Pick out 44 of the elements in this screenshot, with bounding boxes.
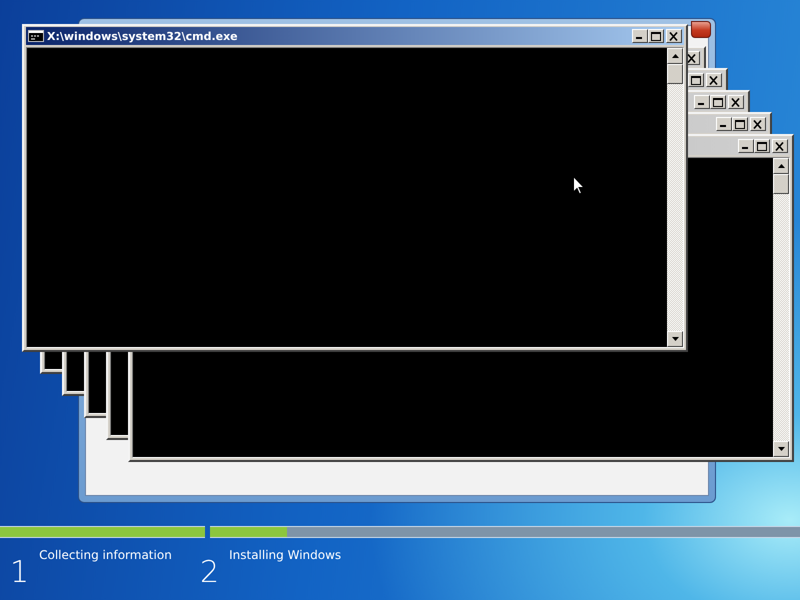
minimize-button[interactable] xyxy=(632,29,648,43)
step-label: Collecting information xyxy=(39,548,172,562)
maximize-button[interactable] xyxy=(710,95,726,109)
close-icon xyxy=(709,76,719,84)
maximize-button[interactable] xyxy=(732,117,748,131)
scroll-thumb[interactable] xyxy=(667,64,683,84)
scroll-up-button[interactable] xyxy=(667,48,683,64)
close-icon xyxy=(753,120,763,128)
scroll-down-button[interactable] xyxy=(667,331,683,347)
minimize-icon xyxy=(720,125,726,127)
console-icon xyxy=(28,30,44,42)
step-number: 1 xyxy=(10,558,30,588)
maximize-button[interactable] xyxy=(648,29,664,43)
window-title: X:\windows\system32\cmd.exe xyxy=(47,30,238,42)
maximize-icon xyxy=(757,142,767,150)
maximize-button[interactable] xyxy=(754,139,770,153)
close-icon xyxy=(775,142,785,150)
minimize-button[interactable] xyxy=(738,139,754,153)
step-number: 2 xyxy=(200,558,220,588)
down-arrow-icon xyxy=(672,337,678,341)
scroll-up-button[interactable] xyxy=(773,158,789,174)
step-label: Installing Windows xyxy=(229,548,342,562)
minimize-icon xyxy=(698,103,704,105)
scroll-down-button[interactable] xyxy=(773,441,789,457)
scrollbar[interactable] xyxy=(773,158,789,457)
maximize-button[interactable] xyxy=(688,73,704,87)
minimize-icon xyxy=(636,37,642,39)
minimize-icon xyxy=(742,147,748,149)
up-arrow-icon xyxy=(672,54,678,58)
close-icon xyxy=(687,54,697,62)
close-icon xyxy=(731,98,741,106)
cursor-icon xyxy=(573,176,585,195)
close-icon xyxy=(669,32,679,40)
minimize-button[interactable] xyxy=(716,117,732,131)
maximize-icon xyxy=(691,76,701,84)
scroll-thumb[interactable] xyxy=(773,174,789,194)
down-arrow-icon xyxy=(778,447,784,451)
maximize-icon xyxy=(735,120,745,128)
maximize-icon xyxy=(713,98,723,106)
up-arrow-icon xyxy=(778,164,784,168)
maximize-icon xyxy=(651,32,661,40)
minimize-button[interactable] xyxy=(694,95,710,109)
scrollbar[interactable] xyxy=(667,48,683,347)
close-button[interactable] xyxy=(691,21,711,38)
